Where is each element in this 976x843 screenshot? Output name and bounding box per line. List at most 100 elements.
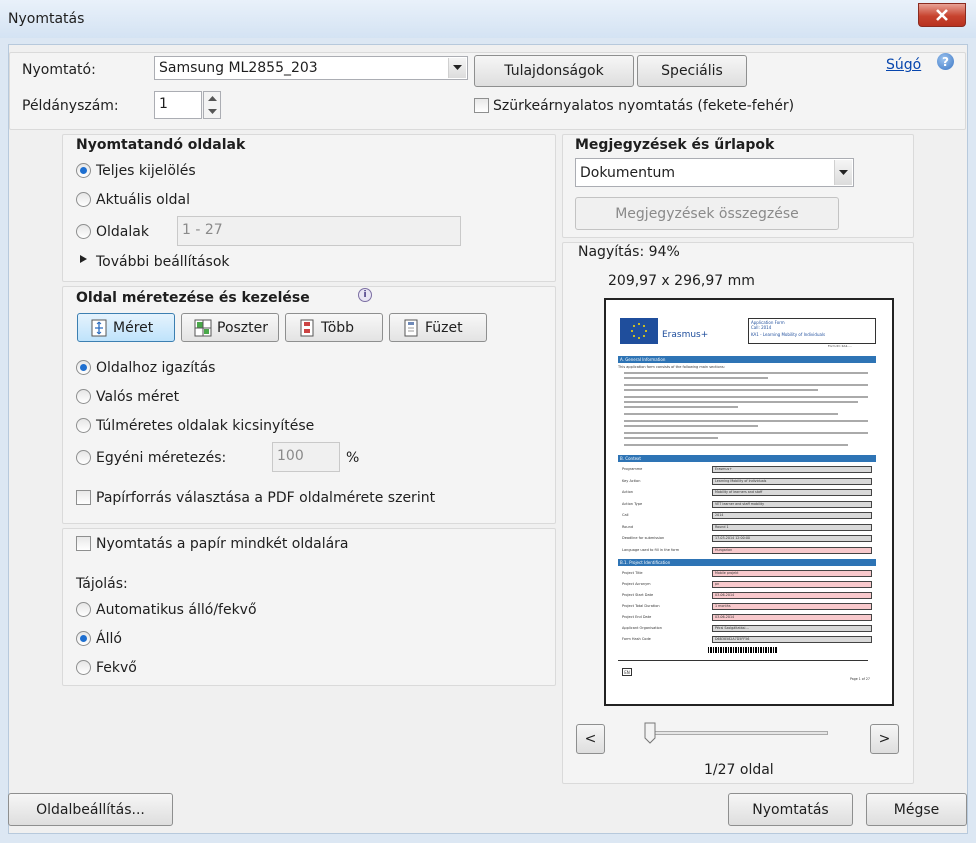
- page-range-input[interactable]: 1 - 27: [177, 216, 461, 246]
- doc-table-row: Action Type VET learner and staff mobilit…: [622, 500, 872, 509]
- copies-input[interactable]: 1: [154, 91, 202, 119]
- doc-row-value: Mobility of learners and staff: [712, 489, 872, 496]
- doc-row-value: 2014: [712, 512, 872, 519]
- doc-row-key: Project Start Date: [622, 593, 654, 597]
- radio-landscape-label: Fekvő: [96, 660, 137, 676]
- copies-stepper[interactable]: [203, 91, 221, 119]
- stepper-down-icon[interactable]: [208, 109, 217, 114]
- help-icon[interactable]: ?: [937, 53, 954, 70]
- properties-button[interactable]: Tulajdonságok: [474, 55, 634, 87]
- radio-auto-orientation-label: Automatikus álló/fekvő: [96, 602, 257, 618]
- comments-value: Dokumentum: [580, 164, 676, 181]
- tool-poster-label: Poszter: [217, 319, 269, 336]
- radio-current-page[interactable]: [76, 192, 91, 207]
- erasmus-logo-text: Erasmus+: [662, 330, 709, 340]
- tool-size-label: Méret: [113, 319, 154, 336]
- doc-footer-line: [618, 660, 868, 661]
- close-icon: [936, 9, 948, 21]
- printer-select[interactable]: Samsung ML2855_203: [154, 56, 468, 80]
- doc-footer-lang: EN: [622, 668, 632, 676]
- grayscale-label: Szürkeárnyalatos nyomtatás (fekete-fehér…: [493, 98, 795, 114]
- chevron-down-icon: [834, 160, 852, 185]
- doc-row-value: 17-03-2014 12:00:00: [712, 535, 872, 542]
- tool-size-button[interactable]: Méret: [77, 313, 175, 342]
- tool-multiple-button[interactable]: Több: [285, 313, 383, 342]
- paper-source-checkbox[interactable]: [76, 490, 91, 505]
- doc-row-value: Hungarian: [712, 546, 872, 554]
- advanced-button[interactable]: Speciális: [637, 55, 747, 87]
- doc-row-key: Programme: [622, 467, 643, 471]
- radio-auto-orientation[interactable]: [76, 602, 91, 617]
- next-page-button[interactable]: >: [870, 724, 899, 754]
- doc-row-key: Language used to fill in the form: [622, 547, 680, 552]
- duplex-label: Nyomtatás a papír mindkét oldalára: [96, 536, 349, 552]
- grayscale-checkbox[interactable]: [474, 98, 489, 113]
- printer-value: Samsung ML2855_203: [159, 60, 318, 76]
- tool-multiple-label: Több: [321, 319, 355, 336]
- doc-section-bar: A. General Information: [618, 356, 876, 363]
- doc-table-row: Project End Date 03-06-2014: [622, 614, 872, 622]
- summarize-comments-button[interactable]: Megjegyzések összegzése: [575, 197, 839, 230]
- doc-row-value: Round 1: [712, 523, 872, 531]
- eu-logo: Erasmus+: [620, 318, 730, 344]
- print-button[interactable]: Nyomtatás: [728, 793, 853, 826]
- zoom-value: 94%: [648, 244, 680, 260]
- doc-header-box: Application Form Call: 2014 KA1 - Learni…: [748, 318, 876, 344]
- pages-title: Nyomtatandó oldalak: [76, 137, 246, 153]
- radio-actual-size[interactable]: [76, 389, 91, 404]
- doc-row-key: Call: [622, 513, 629, 517]
- page-setup-button[interactable]: Oldalbeállítás...: [8, 793, 173, 826]
- zoom-label: Nagyítás: 94%: [578, 244, 680, 260]
- doc-row-key: Form Hash Code: [622, 637, 651, 641]
- doc-table-row: Programme Erasmus+: [622, 466, 872, 474]
- tool-booklet-button[interactable]: Füzet: [389, 313, 487, 342]
- radio-all-pages[interactable]: [76, 163, 91, 178]
- tool-booklet-label: Füzet: [425, 319, 463, 336]
- doc-row-value: 03-06-2014: [712, 592, 872, 599]
- radio-portrait[interactable]: [76, 631, 91, 646]
- doc-row-value: Mobile projekt: [712, 570, 872, 577]
- doc-row-key: Project Acronym: [622, 582, 651, 586]
- doc-row-key: Project Total Duration: [622, 604, 660, 608]
- tool-poster-button[interactable]: Poszter: [181, 313, 279, 342]
- radio-shrink[interactable]: [76, 418, 91, 433]
- radio-actual-size-label: Valós méret: [96, 389, 180, 405]
- duplex-checkbox[interactable]: [76, 536, 91, 551]
- page-slider-thumb[interactable]: [644, 722, 656, 744]
- radio-fit[interactable]: [76, 360, 91, 375]
- help-link[interactable]: Súgó: [886, 57, 921, 73]
- doc-table-row: Applicant Organisation Pécsi Szolgáltatás…: [622, 625, 872, 633]
- expand-triangle-icon[interactable]: [80, 255, 87, 263]
- page-dimensions: 209,97 x 296,97 mm: [608, 273, 755, 289]
- radio-page-range[interactable]: [76, 224, 91, 239]
- stepper-up-icon[interactable]: [208, 96, 217, 101]
- page-preview: Erasmus+ Application Form Call: 2014 KA1…: [604, 298, 894, 706]
- custom-scale-input[interactable]: 100: [272, 442, 340, 472]
- preview-document: Erasmus+ Application Form Call: 2014 KA1…: [618, 316, 882, 691]
- more-settings[interactable]: További beállítások: [96, 254, 230, 270]
- radio-landscape[interactable]: [76, 660, 91, 675]
- doc-general-text: This application form consists of the fo…: [618, 365, 876, 452]
- prev-page-button[interactable]: <: [576, 724, 605, 754]
- doc-row-value: 1 months: [712, 603, 872, 610]
- doc-row-value: Learning Mobility of Individuals: [712, 477, 872, 485]
- info-icon[interactable]: i: [358, 288, 372, 302]
- doc-header-line: KA1 - Learning Mobility of Individuals: [751, 331, 826, 337]
- cancel-button[interactable]: Mégse: [866, 793, 967, 826]
- radio-custom-scale-label: Egyéni méretezés:: [96, 450, 227, 466]
- doc-row-key: Round: [622, 524, 634, 529]
- doc-table-row: Project Total Duration 1 months: [622, 603, 872, 611]
- size-icon: [90, 319, 108, 337]
- radio-fit-label: Oldalhoz igazítás: [96, 360, 216, 376]
- comments-select[interactable]: Dokumentum: [575, 158, 854, 187]
- comments-title: Megjegyzések és űrlapok: [575, 137, 775, 153]
- doc-section-bar: B. Context: [618, 455, 876, 462]
- page-slider-track[interactable]: [648, 731, 828, 735]
- radio-custom-scale[interactable]: [76, 450, 91, 465]
- doc-row-key: Key Action: [622, 478, 641, 483]
- doc-text-lines: [624, 372, 868, 446]
- title-bar: [0, 0, 976, 38]
- close-button[interactable]: [918, 3, 966, 27]
- doc-row-key: Action: [622, 490, 633, 494]
- doc-table-row: Project Title Mobile projekt: [622, 570, 872, 578]
